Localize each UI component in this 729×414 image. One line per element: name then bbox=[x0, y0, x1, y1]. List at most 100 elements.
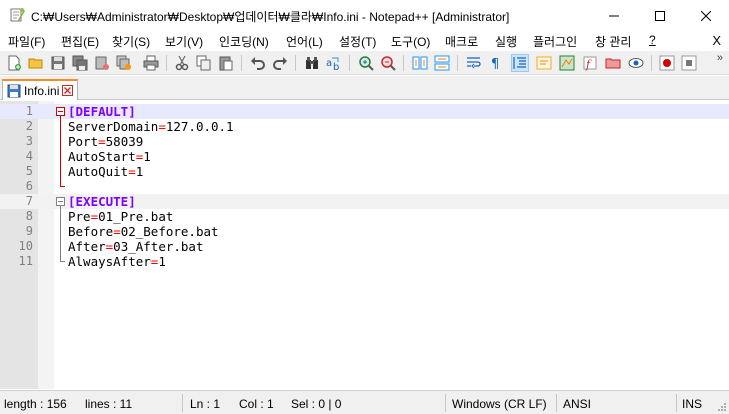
zoom-in-button[interactable] bbox=[357, 54, 375, 72]
record-macro-button[interactable] bbox=[658, 54, 676, 72]
zoom-out-button[interactable] bbox=[379, 54, 397, 72]
document-map-button[interactable] bbox=[558, 54, 576, 72]
status-insert-mode[interactable]: INS bbox=[682, 397, 702, 411]
editor-line[interactable]: 10 After=03_After.bat bbox=[0, 239, 729, 254]
cut-button[interactable] bbox=[173, 54, 191, 72]
menu-encoding[interactable]: 인코딩(N) bbox=[219, 33, 269, 50]
folder-as-workspace-button[interactable] bbox=[604, 54, 622, 72]
line-code: After=03_After.bat bbox=[68, 239, 203, 254]
new-file-button[interactable] bbox=[5, 54, 23, 72]
status-lines: lines : 11 bbox=[85, 397, 133, 411]
copy-button[interactable] bbox=[195, 54, 213, 72]
undo-button[interactable] bbox=[249, 54, 267, 72]
folder-workspace-icon bbox=[605, 58, 621, 69]
monitoring-button[interactable] bbox=[627, 54, 645, 72]
close-window-button[interactable] bbox=[683, 0, 729, 31]
menu-file[interactable]: 파일(F) bbox=[8, 33, 45, 50]
fold-end-marker bbox=[60, 261, 65, 262]
menu-settings[interactable]: 설정(T) bbox=[339, 33, 376, 50]
line-number: 8 bbox=[25, 209, 33, 223]
menu-window[interactable]: 창 관리 bbox=[595, 33, 631, 50]
user-defined-language-button[interactable] bbox=[535, 54, 553, 72]
print-button[interactable] bbox=[142, 54, 160, 72]
new-file-icon bbox=[8, 55, 21, 71]
undo-icon bbox=[251, 57, 265, 70]
close-file-button[interactable] bbox=[93, 54, 111, 72]
tab-info-ini[interactable]: Info.ini bbox=[2, 79, 78, 100]
fold-collapse-icon[interactable] bbox=[56, 197, 65, 206]
menu-language[interactable]: 언어(L) bbox=[286, 33, 323, 50]
function-list-button[interactable]: f bbox=[581, 54, 599, 72]
show-all-characters-button[interactable]: ¶ bbox=[487, 54, 505, 72]
minimize-button[interactable] bbox=[591, 0, 637, 31]
editor-line[interactable]: 7 [EXECUTE] bbox=[0, 194, 729, 209]
indent-guide-icon bbox=[513, 57, 526, 69]
editor-area[interactable]: 1 [DEFAULT] 2 ServerDomain=127.0.0.1 3 P… bbox=[0, 101, 729, 389]
status-encoding[interactable]: ANSI bbox=[563, 397, 591, 411]
status-separator bbox=[445, 394, 446, 412]
editor-line[interactable]: 8 Pre=01_Pre.bat bbox=[0, 209, 729, 224]
sync-vertical-scroll-button[interactable] bbox=[411, 54, 429, 72]
editor-line[interactable]: 3 Port=58039 bbox=[0, 134, 729, 149]
menu-edit[interactable]: 편집(E) bbox=[61, 33, 99, 50]
status-length: length : 156 bbox=[4, 397, 67, 411]
line-code: AutoStart=1 bbox=[68, 149, 151, 164]
status-bar: length : 156 lines : 11 Ln : 1 Col : 1 S… bbox=[0, 390, 729, 414]
menu-view[interactable]: 보기(V) bbox=[165, 33, 203, 50]
open-folder-icon bbox=[28, 58, 43, 69]
find-button[interactable] bbox=[303, 54, 321, 72]
save-button[interactable] bbox=[49, 54, 67, 72]
document-map-icon bbox=[559, 55, 575, 71]
section-header: [DEFAULT] bbox=[68, 104, 136, 119]
status-selection: Sel : 0 | 0 bbox=[291, 397, 342, 411]
line-code: Port=58039 bbox=[68, 134, 143, 149]
ini-equals: = bbox=[98, 134, 106, 149]
open-file-button[interactable] bbox=[27, 54, 45, 72]
resize-grip-icon[interactable] bbox=[717, 402, 727, 412]
close-document-x[interactable]: X bbox=[712, 33, 721, 48]
ini-key: Before bbox=[68, 224, 114, 239]
menu-run[interactable]: 실행 bbox=[495, 33, 517, 50]
editor-line[interactable]: 2 ServerDomain=127.0.0.1 bbox=[0, 119, 729, 134]
line-number: 6 bbox=[25, 179, 33, 193]
menu-help[interactable]: ? bbox=[649, 33, 656, 47]
ini-value: 127.0.0.1 bbox=[165, 119, 234, 134]
menu-tools[interactable]: 도구(O) bbox=[391, 33, 430, 50]
sync-horizontal-scroll-button[interactable] bbox=[433, 54, 451, 72]
redo-icon bbox=[273, 57, 287, 70]
close-all-button[interactable] bbox=[115, 54, 133, 72]
function-list-icon: f bbox=[583, 56, 597, 71]
word-wrap-button[interactable] bbox=[465, 54, 483, 72]
tab-close-icon[interactable] bbox=[62, 85, 74, 96]
line-number: 7 bbox=[25, 194, 33, 208]
menu-macro[interactable]: 매크로 bbox=[445, 33, 478, 50]
indent-guide-button[interactable] bbox=[511, 54, 529, 72]
redo-button[interactable] bbox=[271, 54, 289, 72]
save-all-button[interactable] bbox=[71, 54, 89, 72]
replace-button[interactable]: ab bbox=[325, 54, 343, 72]
menu-plugins[interactable]: 플러그인 bbox=[533, 33, 577, 50]
toolbar-separator bbox=[295, 55, 296, 71]
paste-button[interactable] bbox=[217, 54, 235, 72]
stop-record-button[interactable] bbox=[680, 54, 698, 72]
line-number: 1 bbox=[25, 104, 33, 118]
eye-icon bbox=[628, 58, 644, 68]
menu-search[interactable]: 찾기(S) bbox=[112, 33, 150, 50]
editor-line[interactable]: 4 AutoStart=1 bbox=[0, 149, 729, 164]
editor-line[interactable]: 9 Before=02_Before.bat bbox=[0, 224, 729, 239]
record-icon bbox=[659, 55, 675, 71]
maximize-button[interactable] bbox=[637, 0, 683, 31]
udl-icon bbox=[536, 56, 552, 70]
editor-line[interactable]: 6 bbox=[0, 179, 729, 194]
scissors-icon bbox=[175, 55, 189, 71]
zoom-in-icon bbox=[359, 56, 374, 71]
fold-collapse-icon[interactable] bbox=[56, 107, 65, 116]
status-eol[interactable]: Windows (CR LF) bbox=[452, 397, 547, 411]
editor-line[interactable]: 11 AlwaysAfter=1 bbox=[0, 254, 729, 269]
sync-horizontal-icon bbox=[434, 55, 450, 71]
toolbar-overflow-chevron[interactable]: » bbox=[717, 52, 723, 64]
line-number: 3 bbox=[25, 134, 33, 148]
editor-line[interactable]: 5 AutoQuit=1 bbox=[0, 164, 729, 179]
editor-line-current[interactable]: 1 [DEFAULT] bbox=[0, 104, 729, 119]
line-number: 10 bbox=[18, 239, 33, 253]
